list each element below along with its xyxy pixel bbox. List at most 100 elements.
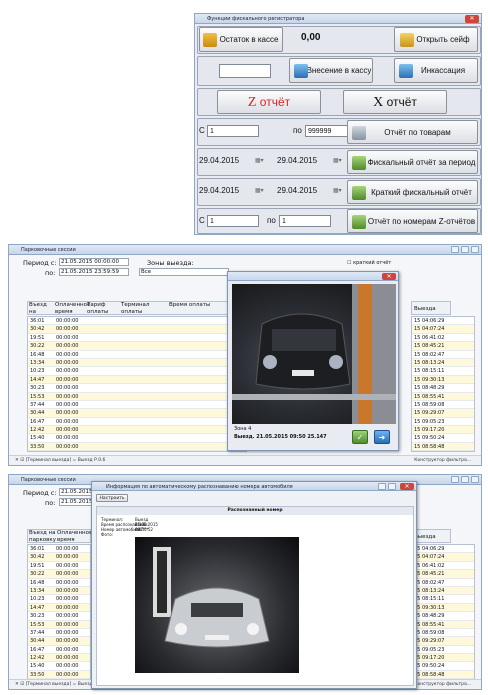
paid-time-cell: 00:00:00 <box>56 587 79 594</box>
period-date-to[interactable]: 29.04.2015 <box>277 155 317 167</box>
col-entry[interactable]: Въезд на парковку <box>28 302 56 321</box>
minimize-icon[interactable] <box>378 483 386 490</box>
table-row[interactable]: 30:22 00:00:00 <box>28 342 246 351</box>
fiscal-period-button[interactable]: Фискальный отчёт за период <box>347 150 478 174</box>
next-arrow-button[interactable]: ➜ <box>374 430 390 444</box>
table-row[interactable]: 30:44 00:00:00 <box>28 409 246 418</box>
z-from-input[interactable]: 1 <box>207 215 259 227</box>
minimize-icon[interactable] <box>451 246 459 253</box>
x-report-button[interactable]: X отчёт <box>343 90 447 114</box>
filter-builder-link-2[interactable]: Конструктор фильтра... <box>414 680 471 690</box>
table-row[interactable]: 30:22 00:00:00 <box>28 570 90 579</box>
table-row[interactable]: 15:53 00:00:00 <box>28 392 246 401</box>
calendar-icon[interactable]: ▦▾ <box>333 155 342 167</box>
table-row[interactable]: 14:47 00:00:00 <box>28 603 90 613</box>
table-row[interactable]: 33:50 00:00:00 <box>28 442 246 451</box>
col-paid-2[interactable]: Оплаченное время <box>56 530 92 543</box>
car-photo-image <box>153 547 270 648</box>
setup-button[interactable]: Настроить <box>96 494 128 502</box>
table-row[interactable]: 16:47 00:00:00 <box>28 418 246 427</box>
close-icon[interactable]: ✕ <box>465 15 479 23</box>
period-from-input[interactable]: 21.05.2015 00:00:00 <box>59 258 129 266</box>
table-row[interactable]: 16:48 00:00:00 <box>28 351 246 359</box>
goods-report-button[interactable]: Отчёт по товарам <box>347 120 478 144</box>
table-row[interactable]: 30:23 00:00:00 <box>28 384 246 393</box>
table-row[interactable]: 19:51 00:00:00 <box>28 562 90 571</box>
z-report-button[interactable]: Z отчёт <box>217 90 321 114</box>
sessions-grid-2[interactable]: 36:01 00:00:00 30:42 00:00:00 19:51 00:00:00 3… <box>27 544 91 680</box>
exit-times-column: 15 04:06:29 15 04:07:24 15 06:41:02 15 08:4… <box>411 316 475 452</box>
table-row[interactable]: 16:47 00:00:00 <box>28 646 90 655</box>
maximize-icon[interactable] <box>461 476 469 483</box>
paid-time-cell: 00:00:00 <box>56 318 79 324</box>
table-row[interactable]: 15:40 00:00:00 <box>28 662 90 671</box>
col-paid[interactable]: Оплаченное время <box>54 302 90 315</box>
cash-in-button[interactable]: Внесение в кассу <box>289 58 373 83</box>
calendar-icon[interactable]: ▦▾ <box>255 155 264 167</box>
table-row[interactable]: 33:50 00:00:00 <box>28 670 90 679</box>
from-input[interactable]: 1 <box>207 125 259 137</box>
sessions-grid[interactable]: 36:01 00:00:00 30:42 00:00:00 19:51 00:00:00 3… <box>27 316 247 452</box>
maximize-icon[interactable] <box>388 483 396 490</box>
table-row[interactable]: 10:23 00:00:00 <box>28 367 246 376</box>
close-icon[interactable]: ✕ <box>382 273 396 280</box>
filter-text: [Терминал выезда] = Выезд Р.0.6 <box>25 458 106 463</box>
table-row[interactable]: 36:01 00:00:00 <box>28 545 90 554</box>
table-row[interactable]: 10:23 00:00:00 <box>28 595 90 604</box>
z-numbers-button[interactable]: Отчёт по номерам Z-отчётов <box>347 209 478 233</box>
balance-button[interactable]: Остаток в кассе <box>199 27 283 52</box>
short-date-to[interactable]: 29.04.2015 <box>277 185 317 197</box>
paid-time-cell: 00:00:00 <box>56 562 79 569</box>
short-date-from[interactable]: 29.04.2015 <box>199 185 239 197</box>
table-row[interactable]: 37:44 00:00:00 <box>28 629 90 638</box>
open-safe-label: Открыть сейф <box>416 35 470 44</box>
table-row[interactable]: 12:42 00:00:00 <box>28 654 90 663</box>
table-row[interactable]: 13:34 00:00:00 <box>28 586 90 596</box>
col-pay-time[interactable]: Время оплаты <box>168 302 228 314</box>
exit-time-cell: 15 08:55:41 <box>412 620 474 629</box>
entry-time-cell: 15:53 <box>30 393 45 400</box>
z-to-label: по <box>267 216 276 225</box>
table-row[interactable]: 19:51 00:00:00 <box>28 334 246 343</box>
col-tariff[interactable]: Тариф оплаты <box>86 302 120 315</box>
zones-select[interactable]: Все <box>139 268 229 276</box>
table-row[interactable]: 14:47 00:00:00 <box>28 375 246 385</box>
calendar-icon[interactable]: ▦▾ <box>333 185 342 197</box>
table-row[interactable]: 15:53 00:00:00 <box>28 620 90 629</box>
table-row[interactable]: 30:42 00:00:00 <box>28 553 90 562</box>
exit-time-cell: 15 08:02:47 <box>412 579 474 587</box>
paid-time-cell: 00:00:00 <box>56 621 79 628</box>
table-row[interactable]: 15:40 00:00:00 <box>28 434 246 443</box>
col-entry-2[interactable]: Въезд на парковку <box>28 530 56 543</box>
ok-button[interactable]: ✓ <box>352 430 368 444</box>
to-input[interactable]: 999999 <box>305 125 351 137</box>
table-row[interactable]: 13:34 00:00:00 <box>28 358 246 368</box>
col-terminal[interactable]: Терминал оплаты <box>120 302 168 315</box>
short-report-checkbox[interactable]: ☐ краткий отчёт <box>347 260 391 266</box>
filter-builder-link[interactable]: Конструктор фильтра... <box>414 456 471 466</box>
open-safe-button[interactable]: Открыть сейф <box>394 27 478 52</box>
maximize-icon[interactable] <box>461 246 469 253</box>
period-date-from[interactable]: 29.04.2015 <box>199 155 239 167</box>
close-icon[interactable]: ✕ <box>400 483 414 490</box>
entry-time-cell: 30:42 <box>30 554 45 561</box>
calendar-icon[interactable]: ▦▾ <box>255 185 264 197</box>
close-icon[interactable] <box>471 246 479 253</box>
collection-button[interactable]: Инкассация <box>394 58 478 83</box>
short-fiscal-button[interactable]: Краткий фискальный отчёт <box>347 180 478 204</box>
table-row[interactable]: 30:42 00:00:00 <box>28 325 246 334</box>
z-to-input[interactable]: 1 <box>279 215 331 227</box>
minimize-icon[interactable] <box>451 476 459 483</box>
table-row[interactable]: 16:48 00:00:00 <box>28 579 90 587</box>
table-row[interactable]: 37:44 00:00:00 <box>28 401 246 410</box>
table-row[interactable]: 36:01 00:00:00 <box>28 317 246 326</box>
table-row[interactable]: 30:44 00:00:00 <box>28 637 90 646</box>
table-row[interactable]: 30:23 00:00:00 <box>28 612 90 621</box>
collection-label: Инкассация <box>420 66 466 75</box>
close-icon[interactable] <box>471 476 479 483</box>
cash-in-input[interactable] <box>219 64 271 78</box>
entry-time-cell: 30:44 <box>30 410 45 417</box>
paid-time-cell: 00:00:00 <box>56 427 79 434</box>
period-to-input[interactable]: 21.05.2015 23:59:59 <box>59 268 129 276</box>
table-row[interactable]: 12:42 00:00:00 <box>28 426 246 435</box>
